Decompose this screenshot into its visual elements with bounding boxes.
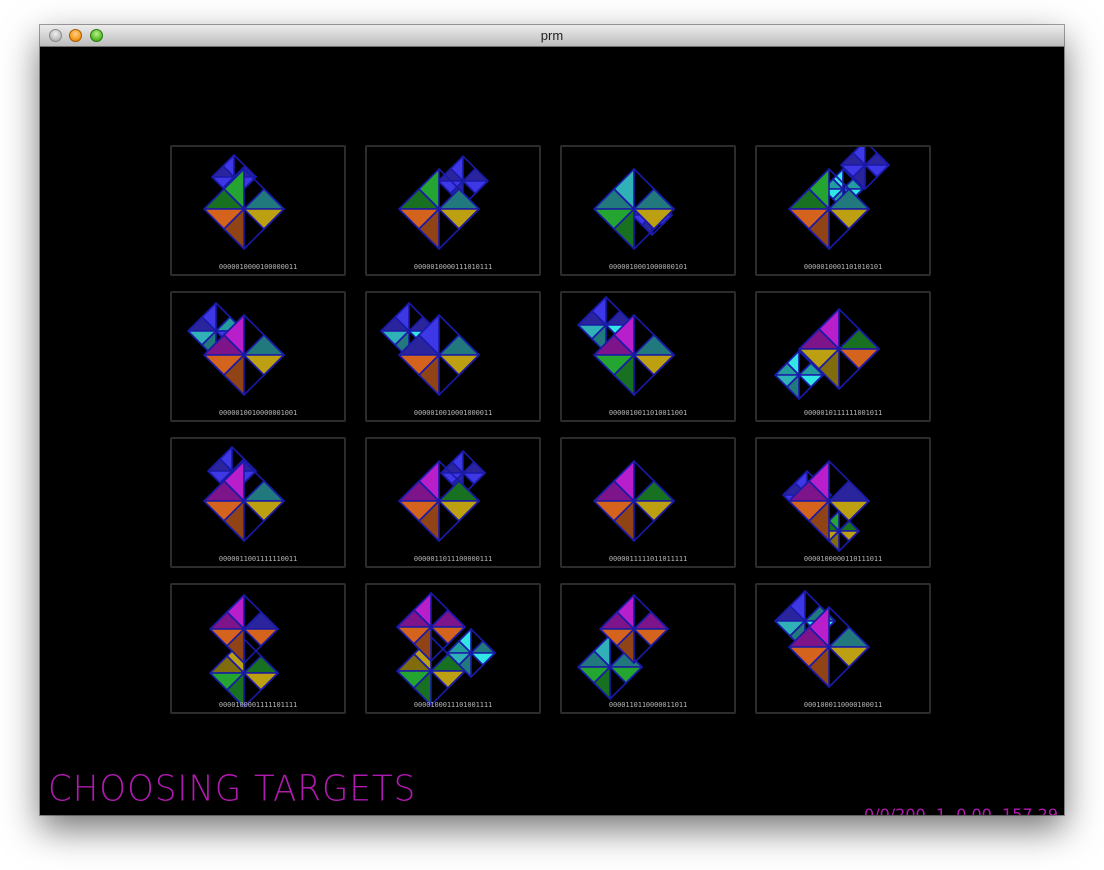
configuration-render [782, 460, 870, 552]
octahedron-face [798, 374, 824, 388]
configuration-code: 0000100011101001111 [413, 701, 493, 709]
status-label: CHOOSING TARGETS [48, 768, 417, 810]
octahedron-face [243, 188, 285, 210]
target-panel[interactable]: 0000010011010011001 [560, 291, 736, 422]
configuration-code: 0000010010000001001 [218, 409, 298, 417]
octahedron-face [609, 666, 643, 684]
octahedron-face [633, 334, 675, 356]
target-panel[interactable]: 0000100011101001111 [365, 583, 541, 714]
configuration-code: 0000010001101010101 [803, 263, 883, 271]
octahedron-face [430, 670, 466, 689]
configuration-code: 0000010011010011001 [608, 409, 688, 417]
octahedron-face [430, 609, 466, 628]
configuration-render [396, 592, 496, 706]
octahedron-face [838, 348, 880, 370]
octahedron-face [828, 480, 870, 502]
configuration-code: 0000010001000000101 [608, 263, 688, 271]
target-panel[interactable]: 0000010010001000011 [365, 291, 541, 422]
octahedron-face [243, 480, 285, 502]
configuration-render [187, 302, 285, 396]
window-title: prm [540, 28, 564, 43]
octahedron-face [438, 354, 480, 376]
render-viewport[interactable]: 0000010000100000011 0000010000111010111 00… [40, 47, 1064, 815]
target-panel[interactable]: 0001000110000100011 [755, 583, 931, 714]
stats-readout: 0/0/200 1 0.00 157.29 [864, 805, 1058, 815]
target-panel[interactable]: 0000010001101010101 [755, 145, 931, 276]
octahedron-face [633, 500, 675, 522]
octahedron-face [462, 472, 486, 485]
octahedron-face [633, 611, 669, 630]
octahedron-face [633, 628, 669, 647]
octahedron-face [633, 480, 675, 502]
octahedron-face [828, 208, 870, 230]
octahedron-face [838, 328, 880, 350]
octahedron-face [438, 334, 480, 356]
octahedron-face [470, 652, 496, 666]
app-window: prm 0000010000100000011 00000100001110101… [40, 25, 1064, 815]
configuration-render [209, 594, 279, 708]
octahedron-face [838, 530, 860, 542]
configuration-code: 0000100001111101111 [218, 701, 298, 709]
octahedron-face [828, 646, 870, 668]
target-panel[interactable]: 0000010111111001011 [755, 291, 931, 422]
octahedron-face [864, 152, 890, 166]
octahedron-face [462, 461, 486, 474]
octahedron-face [438, 500, 480, 522]
configuration-render [398, 155, 489, 250]
title-bar[interactable]: prm [40, 25, 1064, 47]
octahedron-face [243, 611, 279, 630]
configuration-code: 0000011111011011111 [608, 555, 688, 563]
octahedron-face [462, 180, 489, 195]
octahedron-face [243, 500, 285, 522]
configuration-render [203, 154, 285, 250]
target-panel[interactable]: 0000011001111110011 [170, 437, 346, 568]
octahedron-face [438, 208, 480, 230]
octahedron-face [243, 334, 285, 356]
configuration-code: 0001000110000100011 [803, 701, 883, 709]
configuration-render [380, 302, 480, 396]
configuration-render [577, 296, 675, 396]
configuration-code: 0000010010001000011 [413, 409, 493, 417]
configuration-render [203, 446, 285, 542]
configuration-render [398, 450, 486, 542]
configuration-render [788, 147, 890, 250]
octahedron-face [462, 167, 489, 182]
configuration-code: 0000110110000011011 [608, 701, 688, 709]
target-panel[interactable]: 0000010001000000101 [560, 145, 736, 276]
target-panel[interactable]: 0000011111011011111 [560, 437, 736, 568]
configuration-code: 0000010000111010111 [413, 263, 493, 271]
target-panel[interactable]: 0000010010000001001 [170, 291, 346, 422]
target-panel[interactable]: 0000110110000011011 [560, 583, 736, 714]
configuration-code: 0000011001111110011 [218, 555, 298, 563]
octahedron-face [633, 188, 675, 210]
octahedron-face [243, 208, 285, 230]
configuration-render [774, 590, 870, 688]
configuration-render [593, 168, 675, 250]
target-panel[interactable]: 0000010000100000011 [170, 145, 346, 276]
octahedron-face [838, 520, 860, 532]
target-panel[interactable]: 0000011011100000111 [365, 437, 541, 568]
octahedron-face [243, 354, 285, 376]
configuration-code: 0000010111111001011 [803, 409, 883, 417]
target-panel[interactable]: 0000010000111010111 [365, 145, 541, 276]
octahedron-face [864, 164, 890, 178]
configuration-render [593, 460, 675, 542]
octahedron-face [633, 354, 675, 376]
target-panel[interactable]: 0000100001111101111 [170, 583, 346, 714]
configuration-code: 0000011011100000111 [413, 555, 493, 563]
octahedron-face [470, 640, 496, 654]
configuration-code: 0000100000110111011 [803, 555, 883, 563]
configuration-render [577, 594, 669, 700]
octahedron-face [828, 626, 870, 648]
configuration-code: 0000010000100000011 [218, 263, 298, 271]
configuration-render [774, 308, 880, 400]
octahedron-face [243, 672, 279, 691]
target-panel[interactable]: 0000100000110111011 [755, 437, 931, 568]
